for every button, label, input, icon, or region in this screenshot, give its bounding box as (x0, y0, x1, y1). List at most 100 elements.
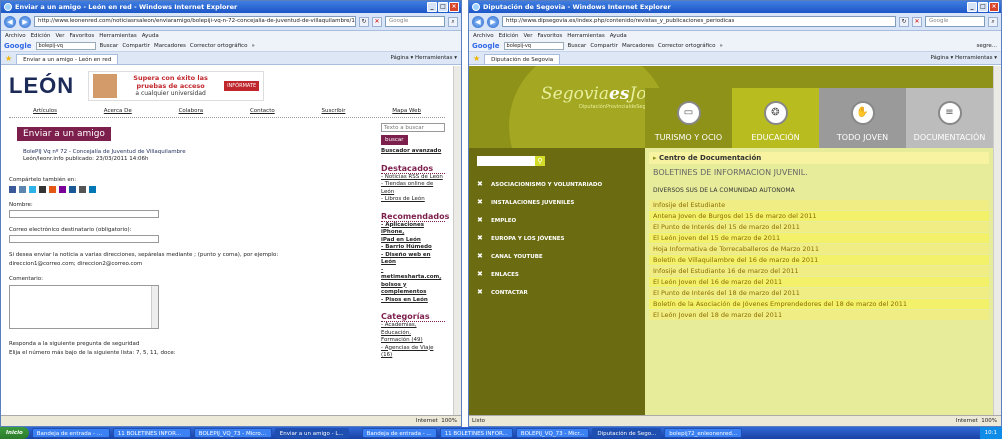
myspace-icon[interactable] (79, 186, 86, 193)
taskbar-item[interactable]: 11 BOLETINES INFOR... (439, 428, 513, 438)
search-input[interactable]: Google (385, 16, 445, 27)
minimize-button[interactable]: _ (967, 2, 977, 12)
taskbar-item[interactable]: 11 BOLETINES INFORMA... (112, 428, 191, 438)
google-extra-button[interactable]: segre... (976, 43, 1001, 49)
site-search-input[interactable] (477, 156, 535, 166)
bulletin-link[interactable]: El León Joven del 16 de marzo del 2011 (649, 277, 989, 287)
rec-item[interactable]: - metimesharta.com, (381, 267, 445, 282)
leon-logo[interactable]: LEÓN (9, 73, 74, 99)
back-button[interactable]: ◀ (4, 15, 16, 28)
cat-item[interactable]: Formación (49) (381, 337, 445, 345)
search-input[interactable]: Google (925, 16, 985, 27)
dest-item[interactable]: - Libros de León (381, 196, 445, 204)
google-share-button[interactable]: Compartir (590, 43, 618, 49)
menu-herramientas[interactable]: Herramientas (567, 31, 604, 41)
forward-button[interactable]: ▶ (19, 15, 31, 28)
search-icon[interactable]: ⌕ (988, 16, 998, 27)
menu-ayuda[interactable]: Ayuda (142, 31, 159, 41)
nav-suscribir[interactable]: Suscribir (322, 108, 346, 114)
maximize-button[interactable]: □ (438, 2, 448, 12)
url-input[interactable]: http://www.dipsegovia.es/index.php/conte… (502, 16, 896, 27)
rec-item[interactable]: - Aplicaciones iPhone, (381, 222, 445, 237)
google-share-button[interactable]: Compartir (122, 43, 150, 49)
bulletin-link[interactable]: Antena Joven de Burgos del 15 de marzo d… (649, 211, 989, 221)
article-link[interactable]: BolePIJ Vq nº 72 - Concejalía de Juventu… (23, 149, 371, 156)
tab-enviar-amigo[interactable]: Enviar a un amigo - León en red (16, 53, 119, 64)
cat-todo-joven[interactable]: ✋ TODO JOVEN (819, 88, 906, 148)
taskbar-item[interactable]: BOLEPIJ_VQ_73 - Micr... (515, 428, 590, 438)
dest-item[interactable]: - Noticias RSS de León (381, 174, 445, 182)
google-more-button[interactable]: » (251, 43, 254, 49)
search-icon[interactable]: ⌕ (448, 16, 458, 27)
favorites-star-icon[interactable]: ★ (473, 54, 480, 63)
bulletin-link[interactable]: El Punto de Interés del 15 de marzo del … (649, 222, 989, 232)
dest-item[interactable]: León (381, 189, 445, 197)
google-spellcheck-button[interactable]: Corrector ortográfico (658, 43, 716, 49)
tab-diputacion[interactable]: Diputación de Segovia (484, 53, 561, 64)
tuenti-icon[interactable] (19, 186, 26, 193)
cat-turismo[interactable]: ▭ TURISMO Y OCIO (645, 88, 732, 148)
url-input[interactable]: http://www.leonenred.com/noticiasrsaleon… (34, 16, 356, 27)
bulletin-link[interactable]: Hoja Informativa de Torrecaballeros de M… (649, 244, 989, 254)
rec-item[interactable]: - Barrio Húmedo (381, 244, 445, 252)
google-search-input[interactable]: bolepij-vq (35, 42, 96, 50)
bulletin-link[interactable]: Boletín de Villaquilambre del 16 de marz… (649, 255, 989, 265)
name-field[interactable] (9, 210, 159, 218)
menu-herramientas[interactable]: Herramientas (99, 31, 136, 41)
google-bookmarks-button[interactable]: Marcadores (622, 43, 654, 49)
menu-youtube[interactable]: CANAL YOUTUBE (469, 250, 645, 268)
close-button[interactable]: × (449, 2, 459, 12)
bulletin-link[interactable]: El Punto de Interés del 18 de marzo del … (649, 288, 989, 298)
ad-info-button[interactable]: INFÓRMATE (224, 81, 260, 91)
menu-ver[interactable]: Ver (55, 31, 64, 41)
cat-documentacion[interactable]: ≡ DOCUMENTACIÓN (906, 88, 993, 148)
nav-mapa-web[interactable]: Mapa Web (392, 108, 421, 114)
stop-button[interactable]: ✕ (372, 16, 382, 27)
minimize-button[interactable]: _ (427, 2, 437, 12)
site-search-input[interactable]: Texto a buscar (381, 123, 445, 132)
site-search-button[interactable]: buscar (381, 135, 408, 145)
rec-item[interactable]: bolsos y complementos (381, 282, 445, 297)
delicious-icon[interactable] (39, 186, 46, 193)
refresh-button[interactable]: ↻ (359, 16, 369, 27)
bulletin-link[interactable]: El León Joven del 18 de marzo del 2011 (649, 310, 989, 320)
google-search-button[interactable]: Buscar (100, 43, 119, 49)
menu-favoritos[interactable]: Favoritos (537, 31, 562, 41)
bulletin-link[interactable]: Infosije del Estudiante 16 de marzo del … (649, 266, 989, 276)
google-more-button[interactable]: » (719, 43, 722, 49)
google-search-input[interactable]: bolepij-vq (503, 42, 564, 50)
taskbar-item[interactable]: Diputación de Sego... (592, 428, 662, 438)
digg-icon[interactable] (69, 186, 76, 193)
bulletin-link[interactable]: El León joven del 15 de marzo de 2011 (649, 233, 989, 243)
twitter-icon[interactable] (29, 186, 36, 193)
back-button[interactable]: ◀ (472, 15, 484, 28)
nav-contacto[interactable]: Contacto (250, 108, 275, 114)
close-button[interactable]: × (989, 2, 999, 12)
refresh-button[interactable]: ↻ (899, 16, 909, 27)
menu-enlaces[interactable]: ENLACES (469, 268, 645, 286)
menu-ayuda[interactable]: Ayuda (610, 31, 627, 41)
advanced-search-link[interactable]: Buscador avanzado (381, 148, 445, 156)
cat-educacion[interactable]: ❂ EDUCACIÓN (732, 88, 819, 148)
linkedin-icon[interactable] (89, 186, 96, 193)
email-field[interactable] (9, 235, 159, 243)
rec-item[interactable]: - Diseño web en León (381, 252, 445, 267)
forward-button[interactable]: ▶ (487, 15, 499, 28)
title-bar[interactable]: Enviar a un amigo - León en red - Window… (1, 1, 461, 13)
yahoo-icon[interactable] (59, 186, 66, 193)
cat-item[interactable]: - Academias, Educación, (381, 322, 445, 337)
bulletin-link[interactable]: Infosije del Estudiante (649, 200, 989, 210)
maximize-button[interactable]: □ (978, 2, 988, 12)
dest-item[interactable]: - Tiendas online de (381, 181, 445, 189)
taskbar-item[interactable]: Bandeja de entrada - ... (361, 428, 437, 438)
zoom-level[interactable]: 100% (981, 418, 997, 424)
google-spellcheck-button[interactable]: Corrector ortográfico (190, 43, 248, 49)
rec-item[interactable]: - Pisos en León (381, 297, 445, 305)
search-icon[interactable]: ⚲ (535, 156, 545, 166)
comment-textarea[interactable] (9, 285, 159, 329)
menu-asociacionismo[interactable]: ASOCIACIONISMO Y VOLUNTARIADO (469, 178, 645, 196)
menu-contactar[interactable]: CONTACTAR (469, 286, 645, 304)
nav-articulos[interactable]: Artículos (33, 108, 57, 114)
menu-favoritos[interactable]: Favoritos (69, 31, 94, 41)
menu-europa[interactable]: EUROPA Y LOS JÓVENES (469, 232, 645, 250)
